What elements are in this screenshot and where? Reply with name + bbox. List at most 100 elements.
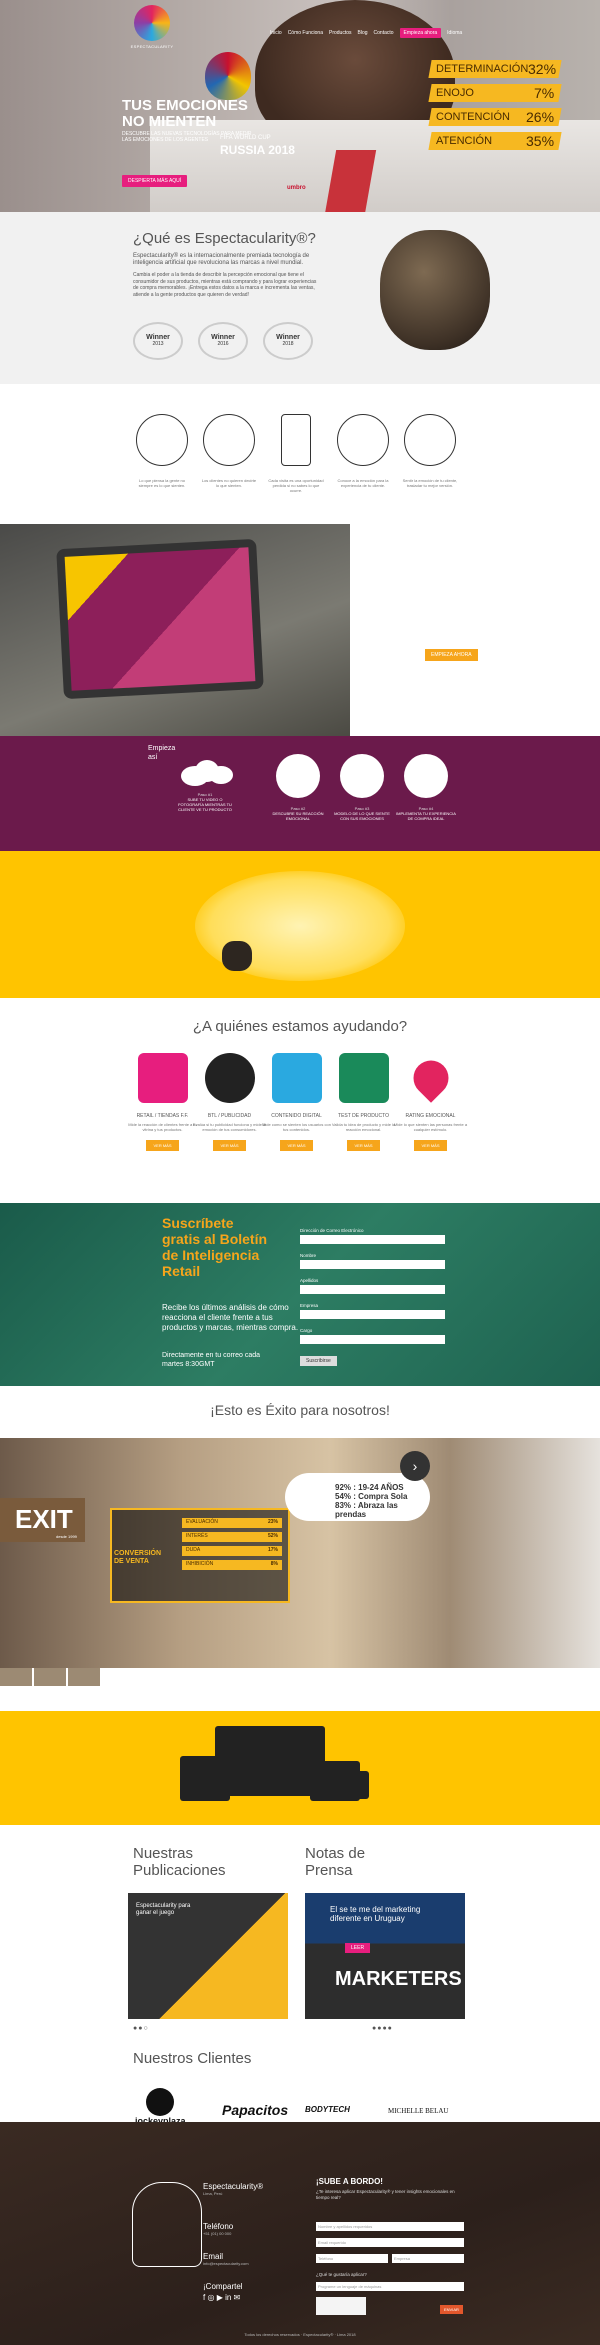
- newsletter-role-field[interactable]: Cargo: [300, 1328, 445, 1344]
- footer-phone: Teléfono +51 (01) 00 000: [203, 2222, 233, 2236]
- field-label: Cargo: [300, 1328, 313, 1333]
- gallery-thumb[interactable]: [68, 1668, 100, 1686]
- nav-item-productos[interactable]: Productos: [329, 30, 352, 36]
- what-is-section: ¿Qué es Espectacularity®? Espectacularit…: [0, 212, 600, 384]
- press-card-text: El se te me del marketing diferente en U…: [330, 1905, 421, 1923]
- industry-button[interactable]: VER MÁS: [213, 1140, 246, 1151]
- youtube-icon[interactable]: ▶: [217, 2293, 223, 2302]
- press-card[interactable]: El se te me del marketing diferente en U…: [305, 1893, 465, 2019]
- recaptcha-box[interactable]: [316, 2297, 366, 2315]
- hero-title-line2: NO MIENTEN: [122, 113, 217, 130]
- newsletter-email-field[interactable]: Dirección de Correo Electrónico: [300, 1228, 445, 1244]
- footer-email-input[interactable]: Email requerido: [316, 2238, 464, 2247]
- newsletter-submit-button[interactable]: Suscribirse: [300, 1356, 337, 1366]
- press-pager[interactable]: ●●●●: [372, 2025, 393, 2032]
- step-text: SUBE TU VIDEO O FOTOGRAFÍA MIENTRAS TU C…: [178, 797, 232, 812]
- conversion-row: DUDA 17%: [182, 1546, 282, 1556]
- footer-phone-value[interactable]: +51 (01) 00 000: [203, 2231, 233, 2236]
- publication-card[interactable]: Espectacularity para ganar el juego: [128, 1893, 288, 2019]
- row-value: 52%: [267, 1533, 278, 1539]
- publications-pager[interactable]: ●●○: [133, 2025, 149, 2032]
- emotion-metrics: DETERMINACIÓN 32% ENOJO 7% CONTENCIÓN 26% A…: [428, 60, 562, 156]
- newsletter-text: Recibe los últimos análisis de cómo reac…: [162, 1303, 299, 1332]
- industry-text: Valida tu idea de producto y mide la rea…: [331, 1122, 396, 1132]
- field-label: Dirección de Correo Electrónico: [300, 1228, 364, 1233]
- gallery-thumb[interactable]: [34, 1668, 66, 1686]
- nav-item-como-funciona[interactable]: Cómo Funciona: [288, 30, 323, 36]
- publications-title-line: Nuestras: [133, 1845, 194, 1862]
- mail-icon[interactable]: ✉: [234, 2293, 241, 2302]
- hero-banner: ESPECTACULARITY Inicio Cómo Funciona Pro…: [0, 0, 600, 212]
- linkedin-icon[interactable]: in: [225, 2293, 231, 2302]
- chevron-right-icon[interactable]: ›: [400, 1451, 430, 1481]
- publications-title: Nuestras Publicaciones: [133, 1845, 226, 1879]
- what-is-p1: Espectacularity® es la internacionalment…: [133, 253, 310, 266]
- nav-cta-button[interactable]: Empieza ahora: [399, 28, 442, 38]
- megaphone-icon: [204, 1053, 255, 1103]
- row-key: DUDA: [186, 1547, 201, 1553]
- press-title-line: Notas de: [305, 1845, 366, 1862]
- footer-phone-label: Teléfono: [203, 2222, 234, 2231]
- tablet-device: [56, 538, 264, 700]
- footer-submit-button[interactable]: ENVIAR: [440, 2305, 463, 2314]
- field-input[interactable]: [300, 1235, 445, 1244]
- problem-text: Cada visita es una oportunidad perdida s…: [268, 478, 324, 493]
- footer-phone-input[interactable]: Teléfono: [316, 2254, 388, 2263]
- instagram-icon[interactable]: ◎: [207, 2293, 214, 2302]
- industry-button[interactable]: VER MÁS: [414, 1140, 447, 1151]
- client-logo-papacitos: Papacitos: [222, 2102, 289, 2118]
- newsletter-company-field[interactable]: Empresa: [300, 1303, 445, 1319]
- industry-title: RATING EMOCIONAL: [405, 1113, 456, 1119]
- field-input[interactable]: [300, 1260, 445, 1269]
- conversion-row: INHIBICIÓN 8%: [182, 1560, 282, 1570]
- conversion-title-line: DE VENTA: [114, 1558, 149, 1565]
- metric-row: CONTENCIÓN 26%: [428, 108, 562, 126]
- metric-value: 32%: [528, 61, 557, 77]
- problem-text: Sentir la emoción de tu cliente, traslad…: [402, 478, 458, 488]
- field-label: Empresa: [300, 1303, 319, 1308]
- metric-label: ATENCIÓN: [436, 135, 493, 147]
- field-input[interactable]: [300, 1310, 445, 1319]
- metric-label: DETERMINACIÓN: [436, 63, 529, 75]
- problem-item: Sentir la emoción de tu cliente, traslad…: [401, 414, 459, 488]
- field-input[interactable]: [300, 1335, 445, 1344]
- newsletter-lastname-field[interactable]: Apellidos: [300, 1278, 445, 1294]
- award-title: Winner: [146, 334, 170, 341]
- industry-button[interactable]: VER MÁS: [146, 1140, 179, 1151]
- industry-button[interactable]: VER MÁS: [347, 1140, 380, 1151]
- gallery-thumb[interactable]: [0, 1668, 32, 1686]
- footer-name-input[interactable]: Nombre y apellidos requeridos: [316, 2222, 464, 2231]
- brand-logo[interactable]: ESPECTACULARITY: [127, 5, 177, 60]
- industry-text: Evalúa si tu publicidad funciona y mide …: [192, 1122, 267, 1132]
- row-key: INTERÉS: [186, 1533, 208, 1539]
- newsletter-title-line: Suscríbete: [162, 1215, 234, 1231]
- what-is-title: ¿Qué es Espectacularity®?: [133, 230, 316, 247]
- nav-language[interactable]: Idioma: [447, 30, 462, 36]
- facebook-icon[interactable]: f: [203, 2293, 205, 2302]
- step-text: MODELO DE LO QUE SIENTE CON SUS EMOCIONE…: [334, 811, 390, 821]
- press-read-button[interactable]: LEER: [345, 1943, 371, 1953]
- metric-value: 35%: [525, 133, 554, 149]
- who-we-help-title: ¿A quiénes estamos ayudando?: [192, 1018, 408, 1035]
- industry-button[interactable]: VER MÁS: [280, 1140, 313, 1151]
- newsletter-name-field[interactable]: Nombre: [300, 1253, 445, 1269]
- hero-cta-button[interactable]: DESPIERTA MÁS AQUÍ: [122, 175, 188, 187]
- footer: Espectacularity® Lima, Perú Teléfono +51 (…: [0, 2122, 600, 2345]
- award-title: Winner: [211, 334, 235, 341]
- conversion-row: EVALUACIÓN 23%: [182, 1518, 282, 1528]
- nav-item-blog[interactable]: Blog: [358, 30, 368, 36]
- face-model-icon: [340, 754, 384, 798]
- award-badge: Winner 2018: [263, 322, 313, 360]
- footer-email-value[interactable]: info@espectacularity.com: [203, 2261, 249, 2266]
- tablet-cta-button[interactable]: EMPIEZA AHORA: [425, 649, 478, 661]
- footer-company-input[interactable]: Empresa: [392, 2254, 464, 2263]
- footer-select[interactable]: Programe un lenguaje de máquinas: [316, 2282, 464, 2291]
- copyright: Todos los derechos reservados · Espectac…: [244, 2332, 356, 2337]
- step-item: Paso #3 MODELO DE LO QUE SIENTE CON SUS E…: [332, 754, 392, 821]
- field-input[interactable]: [300, 1285, 445, 1294]
- main-nav: Inicio Cómo Funciona Productos Blog Cont…: [270, 28, 462, 38]
- nav-item-contacto[interactable]: Contacto: [374, 30, 394, 36]
- demo-line: 54% : Compra Sola: [335, 1492, 408, 1501]
- hero-title: TUS EMOCIONES NO MIENTEN: [122, 98, 272, 130]
- nav-item-inicio[interactable]: Inicio: [270, 30, 282, 36]
